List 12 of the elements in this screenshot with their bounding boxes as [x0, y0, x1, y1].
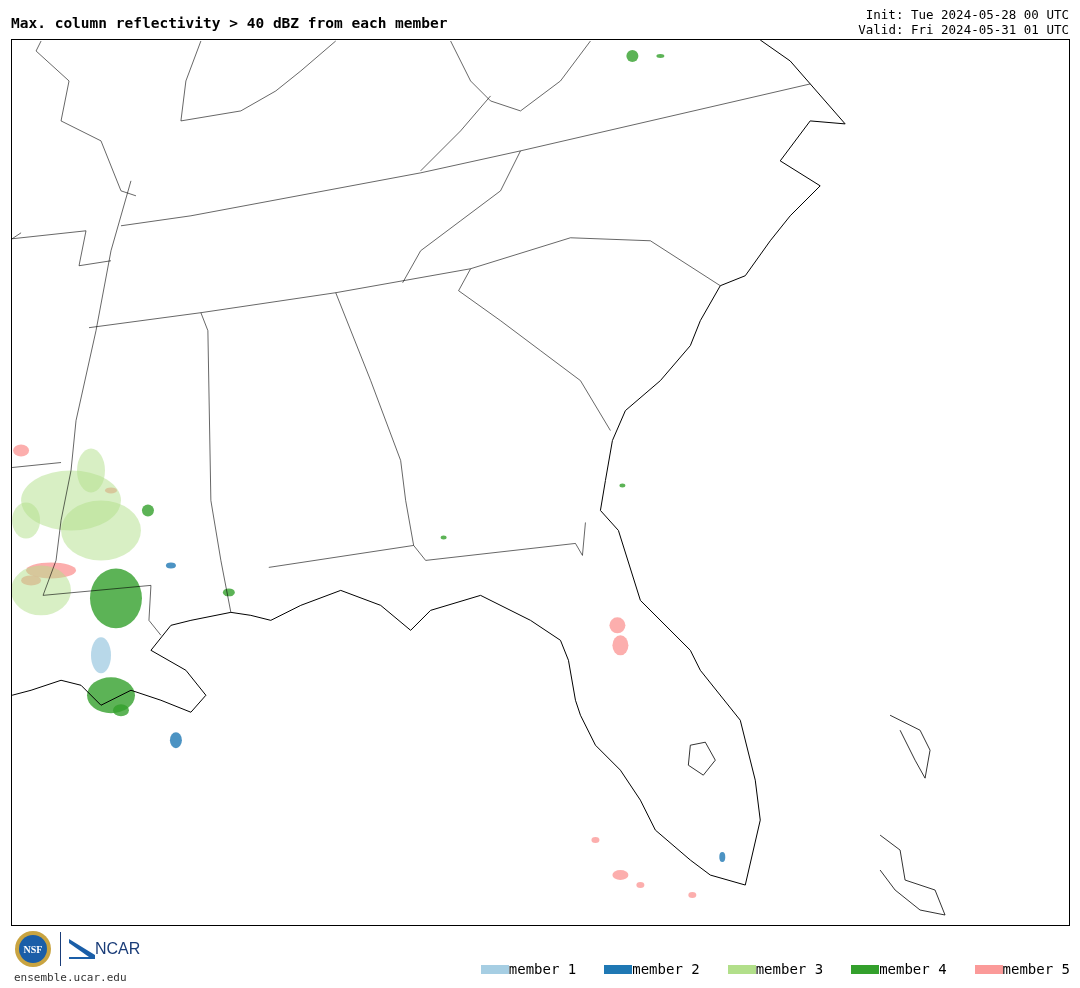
- legend-label: member 2: [632, 960, 700, 979]
- legend-label: member 5: [1002, 960, 1070, 979]
- legend-label: member 4: [879, 960, 947, 979]
- ncar-emblem-icon: [69, 939, 95, 959]
- legend-label: member 1: [508, 960, 577, 979]
- chart-title: Max. column reflectivity > 40 dBZ from each member: [11, 16, 448, 31]
- init-time: Init: Tue 2024-05-28 00 UTC: [864, 8, 1069, 23]
- ncar-logo: NCAR: [69, 937, 141, 961]
- legend-label: member 3: [755, 960, 824, 979]
- site-url: ensemble.ucar.edu: [14, 970, 128, 986]
- nsf-logo: NSF: [14, 930, 52, 968]
- valid-time: Valid: Fri 2024-05-31 01 UTC: [858, 22, 1069, 37]
